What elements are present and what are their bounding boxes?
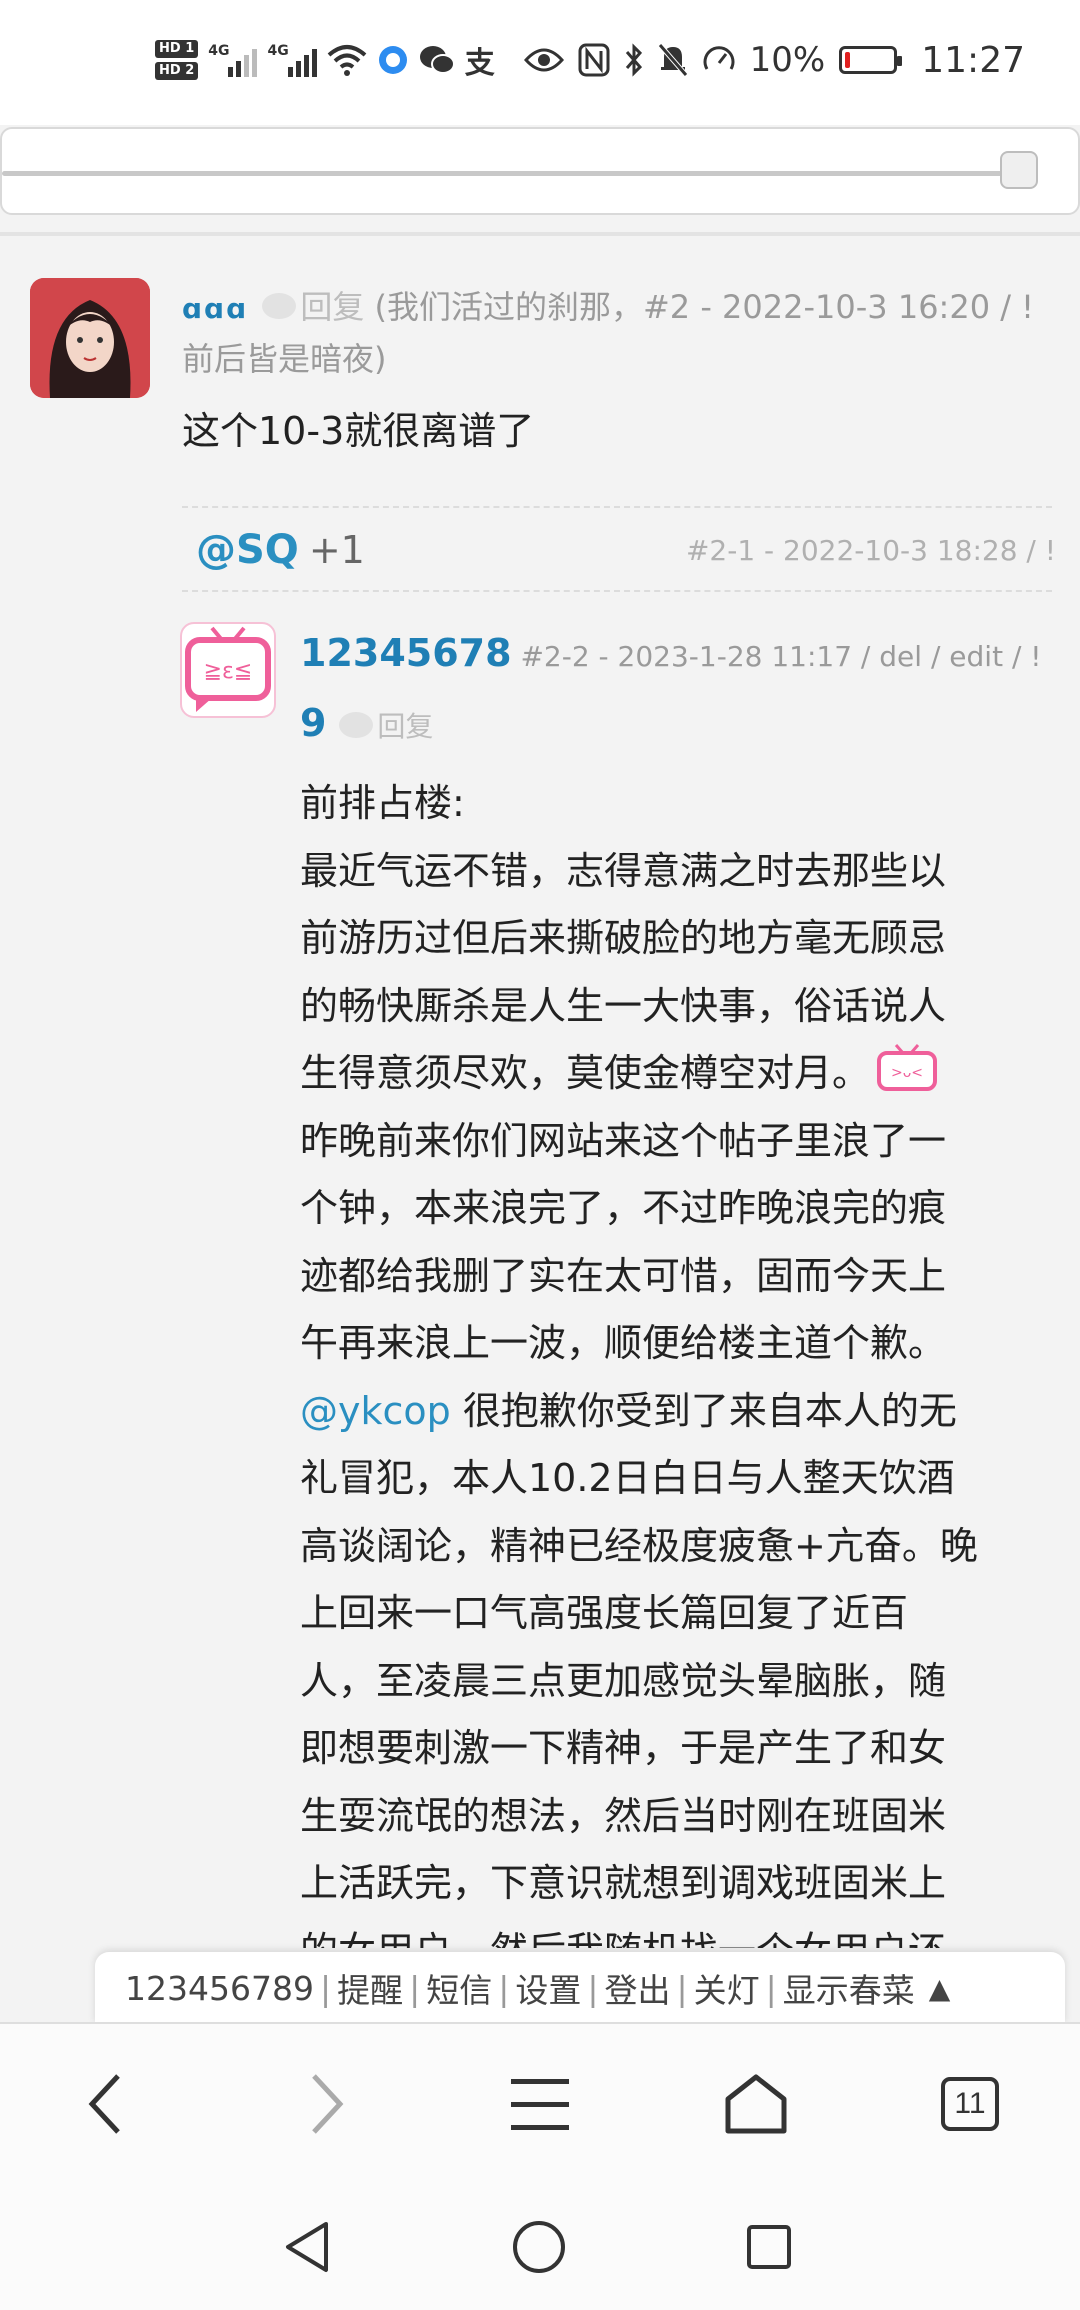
body-line: 人，至凌晨三点更加感觉头晕脑胀，随 <box>300 1658 947 1703</box>
speed-icon <box>703 46 735 70</box>
square-recents-icon <box>747 2225 791 2269</box>
eye-icon <box>523 48 564 72</box>
lights-off-link[interactable]: 关灯 <box>694 1964 760 2012</box>
browser-app-icon <box>378 46 407 74</box>
body-line: 上回来一口气高强度长篇回复了近百 <box>300 1591 909 1635</box>
mention-link[interactable]: @SQ <box>196 527 299 573</box>
dashed-divider <box>182 590 1052 592</box>
wechat-icon <box>419 46 455 74</box>
back-button[interactable] <box>66 2064 146 2144</box>
mute-bell-icon <box>657 43 688 77</box>
comment-list: ɑɑɑ 回复 (我们活过的刹那，#2 - 2022-10-3 16:20 / !… <box>0 238 1080 1948</box>
circle-home-icon <box>513 2221 565 2273</box>
bluetooth-icon <box>625 43 642 77</box>
comment-author-first[interactable]: 12345678 <box>300 631 512 675</box>
user-action-bar: 123456789 | 提醒 | 短信 | 设置 | 登出 | 关灯 | 显示春… <box>95 1952 1065 2024</box>
sub-reply-text: +1 <box>308 528 365 572</box>
user-portrait-icon <box>30 278 150 398</box>
svg-text:≧ε≦: ≧ε≦ <box>204 659 253 684</box>
body-line: @ykcop 很抱歉你受到了来自本人的无 <box>300 1388 957 1433</box>
settings-link[interactable]: 设置 <box>515 1964 581 2012</box>
slider-thumb[interactable] <box>1000 151 1038 189</box>
chevron-left-icon <box>88 2074 120 2134</box>
body-line: 高谈阔论，精神已经极度疲惫+亢奋。晚 <box>300 1523 978 1568</box>
tabs-button[interactable]: 11 <box>930 2064 1010 2144</box>
collapse-arrow-icon[interactable]: ▲ <box>929 1972 951 2005</box>
tabs-count: 11 <box>941 2077 999 2131</box>
body-line: 昨晚前来你们网站来这个帖子里浪了一 <box>300 1118 947 1163</box>
comment-header: ɑɑɑ 回复 (我们活过的刹那，#2 - 2022-10-3 16:20 / !… <box>182 282 1052 384</box>
comment-meta: #2-2 - 2023-1-28 11:17 / del / edit / ! <box>520 640 1042 673</box>
body-line: 前游历过但后来撕破脸的地方毫无顾忌 <box>300 916 947 960</box>
remind-link[interactable]: 提醒 <box>337 1964 403 2012</box>
hd1-badge: HD 1 <box>155 40 199 58</box>
slider-track[interactable] <box>2 171 1034 176</box>
scroll-slider[interactable] <box>0 127 1080 215</box>
menu-icon <box>511 2079 569 2130</box>
system-navigation <box>0 2192 1080 2310</box>
tv-mascot-icon: ≧ε≦ <box>185 626 271 712</box>
comment-body: 这个10-3就很离谱了 <box>182 409 535 453</box>
system-recents-button[interactable] <box>734 2212 804 2282</box>
body-line: 的畅快厮杀是人生一大快事，俗话说人 <box>300 983 947 1028</box>
body-line: 迹都给我删了实在太可惜，固而今天上 <box>300 1253 947 1298</box>
body-line: 上活跃完，下意识就想到调戏班固米上 <box>300 1861 947 1905</box>
svg-text:>ᴗ<: >ᴗ< <box>891 1065 923 1081</box>
sub-reply-meta: #2-1 - 2022-10-3 18:28 / ! <box>685 533 1056 567</box>
body-line: 礼冒犯，本人10.2日白日与人整天饮酒 <box>300 1456 955 1500</box>
sub-reply: @SQ +1 #2-1 - 2022-10-3 18:28 / ! <box>196 520 1056 580</box>
triangle-back-icon <box>286 2222 328 2272</box>
reply-link[interactable]: 回复 <box>300 288 364 326</box>
comment-author-rest[interactable]: 9 <box>300 701 326 745</box>
battery-icon <box>839 46 903 74</box>
home-button[interactable] <box>716 2064 796 2144</box>
body-line: 的女用户，然后我随机找一个女用户还 <box>300 1918 1040 1949</box>
alipay-icon: 支 <box>464 46 495 81</box>
reply-bubble-icon[interactable] <box>339 712 374 738</box>
tv-emoji-icon: >ᴗ< <box>877 1043 938 1091</box>
body-line: 最近气运不错，志得意满之时去那些以 <box>300 848 947 893</box>
home-icon <box>725 2074 787 2134</box>
status-right: 10% 11:27 <box>523 30 1025 90</box>
signal-1-icon: 4G <box>208 43 258 77</box>
battery-percent: 10% <box>749 40 826 80</box>
comment-header: 12345678 #2-2 - 2023-1-28 11:17 / del / … <box>300 620 1060 760</box>
mention-link[interactable]: @ykcop <box>300 1389 451 1433</box>
comment-author[interactable]: ɑɑɑ <box>182 292 248 325</box>
dashed-divider <box>182 506 1052 508</box>
body-line: 午再来浪上一波，顺便给楼主道个歉。 <box>300 1321 947 1365</box>
chevron-right-icon <box>312 2074 344 2134</box>
hd-badges: HD 1 HD 2 <box>155 40 199 80</box>
system-back-button[interactable] <box>272 2212 342 2282</box>
divider <box>0 232 1080 236</box>
username-link[interactable]: 123456789 <box>125 1969 314 2008</box>
signal-2-icon: 4G <box>267 43 317 77</box>
forward-button[interactable] <box>286 2064 366 2144</box>
status-left: HD 1 HD 2 4G 4G 支 <box>155 30 495 90</box>
system-home-button[interactable] <box>504 2212 574 2282</box>
avatar[interactable]: ≧ε≦ <box>180 622 276 718</box>
status-bar: HD 1 HD 2 4G 4G 支 10% 11:27 <box>0 0 1080 125</box>
comment-body: 前排占楼: 最近气运不错，志得意满之时去那些以 前游历过但后来撕破脸的地方毫无顾… <box>300 770 1040 1948</box>
show-mascot-link[interactable]: 显示春菜 <box>783 1964 915 2012</box>
avatar[interactable] <box>30 278 150 398</box>
reply-bubble-icon[interactable] <box>262 293 297 319</box>
body-line: 生得意须尽欢，莫使金樽空对月。 >ᴗ< <box>300 1040 1040 1108</box>
logout-link[interactable]: 登出 <box>604 1964 670 2012</box>
wifi-icon <box>327 45 367 76</box>
message-link[interactable]: 短信 <box>426 1964 492 2012</box>
clock: 11:27 <box>921 39 1025 81</box>
browser-toolbar: 11 <box>0 2024 1080 2192</box>
menu-button[interactable] <box>500 2064 580 2144</box>
hd2-badge: HD 2 <box>155 62 199 80</box>
reply-link[interactable]: 回复 <box>377 710 433 743</box>
body-line: 前排占楼: <box>300 781 465 825</box>
body-line: 即想要刺激一下精神，于是产生了和女 <box>300 1726 947 1770</box>
body-line: 个钟，本来浪完了，不过昨晚浪完的痕 <box>300 1186 947 1230</box>
nfc-icon <box>578 43 610 77</box>
body-line: 生耍流氓的想法，然后当时刚在班固米 <box>300 1793 947 1838</box>
